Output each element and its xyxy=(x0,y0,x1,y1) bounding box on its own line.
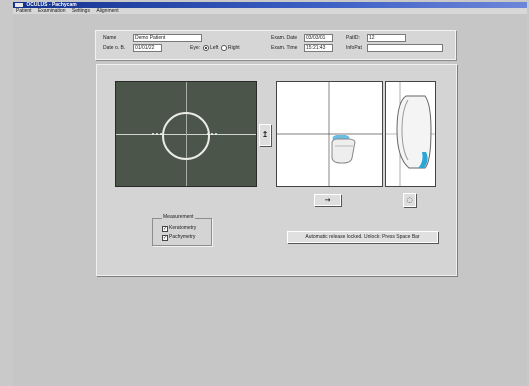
exam-time-field[interactable]: 15:21:43 xyxy=(304,44,333,52)
patient-name-field[interactable]: Demo Patient xyxy=(133,34,202,42)
reflex-dot xyxy=(211,133,213,135)
camera-view xyxy=(115,81,257,187)
eye-left-radio[interactable] xyxy=(203,45,209,51)
info-label: InfoPat xyxy=(346,45,362,51)
name-label: Name xyxy=(103,35,117,41)
reflex-dot xyxy=(152,133,154,135)
app-icon xyxy=(15,3,23,7)
placido-ring xyxy=(162,112,210,160)
reflex-dot xyxy=(156,133,158,135)
reflex-dot xyxy=(160,133,162,135)
eye-right-radio[interactable] xyxy=(221,45,227,51)
exam-time-label: Exam. Time xyxy=(271,45,298,51)
dob-field[interactable]: 01/01/22 xyxy=(133,44,162,52)
measurement-group xyxy=(152,218,212,246)
pachymetry-label: Pachymetry xyxy=(169,234,196,240)
alignment-front-view xyxy=(276,81,383,187)
measurement-title: Measurement xyxy=(162,214,195,220)
reflex-dot xyxy=(215,133,217,135)
arrow-up-icon[interactable]: ↥ xyxy=(259,124,271,146)
eye-label: Eye: xyxy=(190,45,201,51)
patid-field[interactable]: 12 xyxy=(367,34,406,42)
exam-date-field[interactable]: 03/03/01 xyxy=(304,34,333,42)
exam-date-label: Exam. Date xyxy=(271,35,298,41)
eye-right-label: Right xyxy=(228,45,240,51)
keratometry-label: Keratometry xyxy=(169,225,197,231)
dob-label: Date o. B. xyxy=(103,45,126,51)
patid-label: PatID: xyxy=(346,35,360,41)
front-view-graphic xyxy=(277,82,382,186)
release-lock-button[interactable]: Automatic release locked. Unlock: Press … xyxy=(287,231,438,243)
arrow-right-icon[interactable]: → xyxy=(314,194,341,206)
info-field[interactable] xyxy=(367,44,443,52)
eye-left-label: Left xyxy=(210,45,219,51)
side-view-graphic xyxy=(386,82,435,186)
keratometry-checkbox[interactable]: ✓ xyxy=(162,226,168,232)
pachymetry-checkbox[interactable]: ✓ xyxy=(162,235,168,241)
settings-icon[interactable]: ◌ xyxy=(403,193,416,207)
alignment-side-view xyxy=(385,81,436,187)
reflex-dot xyxy=(207,133,209,135)
